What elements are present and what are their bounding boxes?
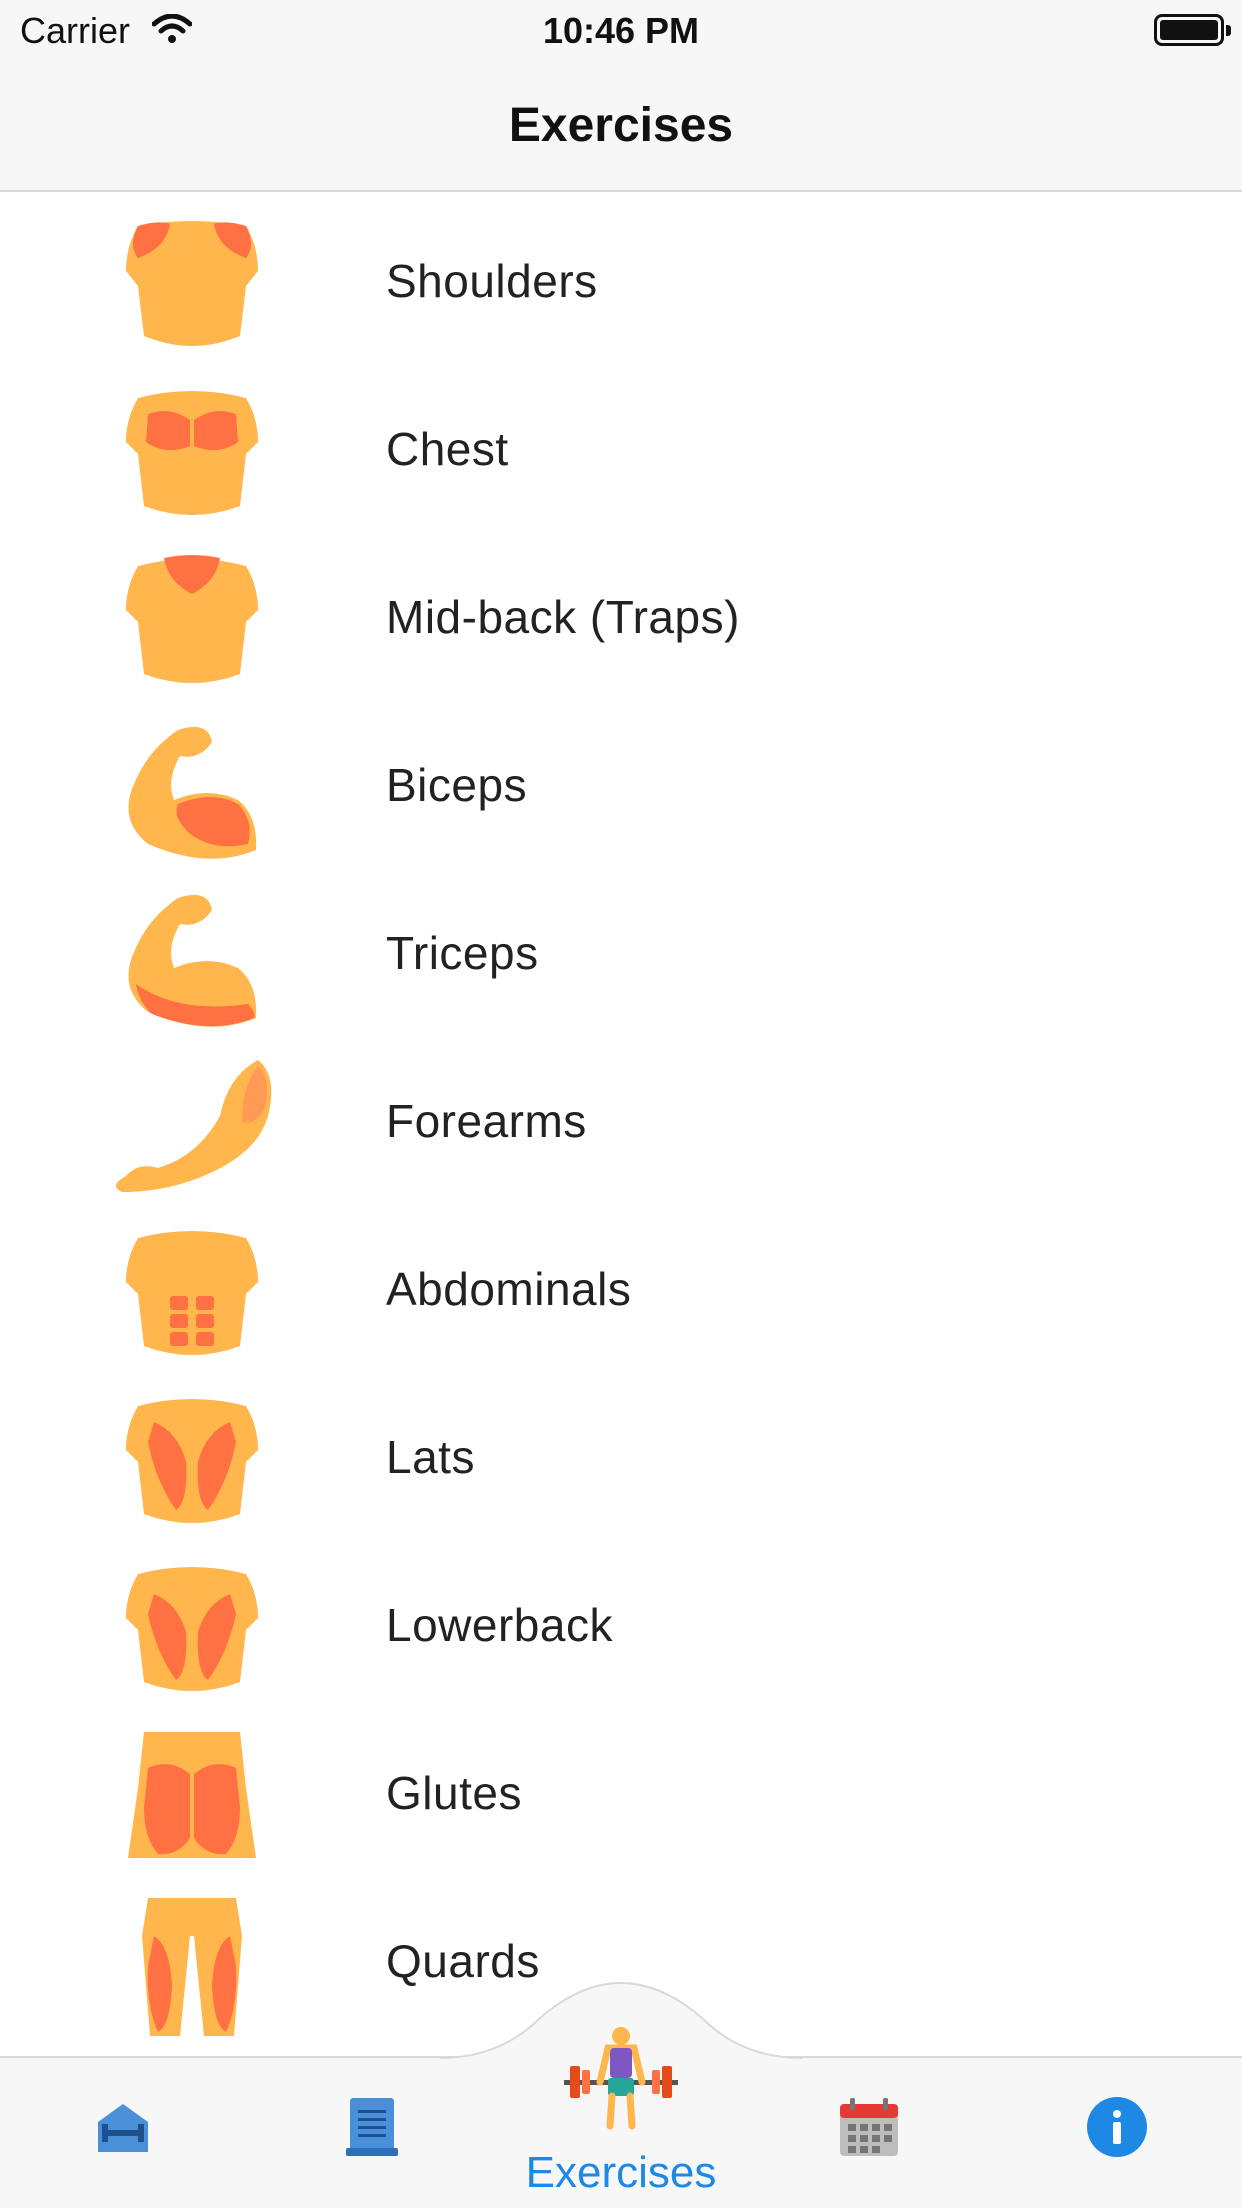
chest-icon bbox=[108, 384, 276, 524]
lowerback-icon bbox=[108, 1560, 276, 1700]
list-item-biceps[interactable]: Biceps bbox=[0, 696, 1242, 864]
triceps-icon bbox=[108, 888, 276, 1028]
quads-icon bbox=[108, 1896, 276, 2036]
list-item-lowerback[interactable]: Lowerback bbox=[0, 1536, 1242, 1704]
list-item-label: Mid-back (Traps) bbox=[386, 591, 740, 643]
mid-back-icon bbox=[108, 552, 276, 692]
biceps-icon bbox=[108, 720, 276, 860]
list-item-label: Abdominals bbox=[386, 1263, 632, 1315]
lats-icon bbox=[108, 1392, 276, 1532]
list-item-label: Glutes bbox=[386, 1767, 522, 1819]
calendar-icon bbox=[834, 2098, 904, 2166]
forearms-icon bbox=[108, 1056, 276, 1196]
list-item-label: Lats bbox=[386, 1431, 475, 1483]
status-bar: Carrier 10:46 PM bbox=[0, 0, 1242, 64]
list-item-glutes[interactable]: Glutes bbox=[0, 1704, 1242, 1872]
info-icon bbox=[1082, 2097, 1152, 2166]
battery-icon bbox=[1154, 14, 1231, 46]
abdominals-icon bbox=[108, 1224, 276, 1364]
list-item-label: Triceps bbox=[386, 927, 539, 979]
list-item-mid-back[interactable]: Mid-back (Traps) bbox=[0, 528, 1242, 696]
status-time: 10:46 PM bbox=[542, 10, 700, 51]
tab-exercises-label: Exercises bbox=[525, 2148, 717, 2197]
page-title: Exercises bbox=[508, 99, 734, 152]
list-item-label: Chest bbox=[386, 423, 509, 475]
shoulders-icon bbox=[108, 216, 276, 356]
list-item-label: Forearms bbox=[386, 1095, 587, 1147]
tab-calendar[interactable] bbox=[834, 2092, 904, 2162]
list-item-lats[interactable]: Lats bbox=[0, 1368, 1242, 1536]
list-item-shoulders[interactable]: Shoulders bbox=[0, 192, 1242, 360]
tab-info[interactable] bbox=[1082, 2092, 1152, 2162]
list-item-label: Shoulders bbox=[386, 255, 598, 307]
list-item-label: Biceps bbox=[386, 759, 528, 811]
navigation-bar: Exercises bbox=[0, 64, 1242, 192]
list-item-triceps[interactable]: Triceps bbox=[0, 864, 1242, 1032]
tab-exercises[interactable] bbox=[560, 2026, 682, 2146]
list-item-abdominals[interactable]: Abdominals bbox=[0, 1200, 1242, 1368]
list-item-chest[interactable]: Chest bbox=[0, 360, 1242, 528]
list-item-label: Lowerback bbox=[386, 1599, 613, 1651]
glutes-icon bbox=[108, 1728, 276, 1868]
list-item-forearms[interactable]: Forearms bbox=[0, 1032, 1242, 1200]
muscle-group-list: Shoulders Chest Mid-back (Traps) Biceps … bbox=[0, 192, 1242, 2040]
